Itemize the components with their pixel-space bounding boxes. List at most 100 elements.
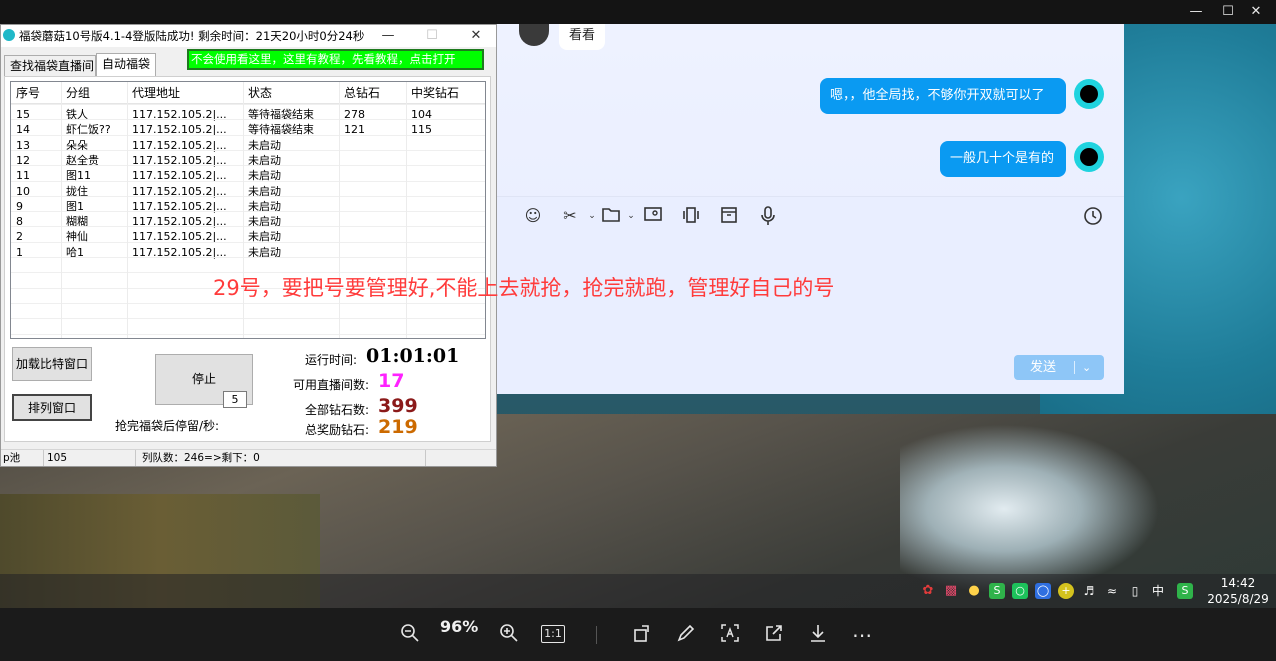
- folder-icon[interactable]: [601, 206, 621, 226]
- edit-icon[interactable]: [674, 623, 698, 647]
- bilibili-icon[interactable]: ▩: [943, 583, 959, 599]
- chevron-down-icon[interactable]: ⌄: [621, 206, 641, 226]
- video-icon[interactable]: [681, 206, 701, 226]
- actual-size-button[interactable]: 1:1: [541, 625, 565, 643]
- zoom-out-icon[interactable]: [398, 623, 422, 647]
- scissors-icon[interactable]: ✂: [560, 206, 580, 226]
- row-gridline: [11, 211, 485, 213]
- image-icon[interactable]: [643, 206, 663, 226]
- row-gridline: [11, 318, 485, 320]
- more-icon[interactable]: ⋯: [850, 623, 874, 647]
- toolbar-divider: [596, 626, 597, 644]
- runtime-label: 运行时间:: [305, 353, 358, 367]
- chevron-down-icon[interactable]: ⌄: [1082, 355, 1091, 380]
- download-icon[interactable]: [806, 623, 830, 647]
- send-button[interactable]: 发送 ⌄: [1014, 355, 1104, 380]
- viewer-titlebar: — ☐ ✕: [0, 0, 1276, 24]
- my-avatar: [1074, 79, 1104, 109]
- status-bar: p池 105 列队数：246=>剩下：0: [1, 449, 496, 466]
- row-gridline: [11, 257, 485, 258]
- column-header[interactable]: 状态: [243, 82, 339, 103]
- chevron-down-icon[interactable]: ⌄: [582, 206, 602, 226]
- prize-diamond-label: 总奖励钻石:: [305, 423, 370, 437]
- load-window-button[interactable]: 加载比特窗口: [12, 347, 92, 381]
- microphone-icon[interactable]: [758, 206, 778, 226]
- row-gridline: [11, 149, 485, 151]
- close-icon[interactable]: ✕: [461, 25, 491, 47]
- prize-diamond-value: 219: [378, 416, 418, 438]
- emoji-icon[interactable]: ☺: [523, 206, 543, 226]
- row-gridline: [11, 104, 485, 105]
- column-header[interactable]: 代理地址: [127, 82, 243, 103]
- clock[interactable]: 14:42 2025/8/29: [1203, 575, 1273, 607]
- surf-area: [900, 424, 1160, 594]
- outgoing-message: 嗯，，他全局找，不够你开双就可以了: [820, 78, 1066, 114]
- clock-date: 2025/8/29: [1207, 592, 1269, 606]
- shield-icon[interactable]: ◯: [1035, 583, 1051, 599]
- battery-icon[interactable]: ▯: [1127, 583, 1143, 599]
- total-diamond-label: 全部钻石数:: [305, 403, 370, 417]
- queue-status: 列队数：246=>剩下：0: [142, 452, 260, 464]
- chat-window: 看看 嗯，，他全局找，不够你开双就可以了 一般几十个是有的 ☺ ✂ ⌄ ⌄ 发送…: [497, 24, 1124, 394]
- row-gridline: [11, 180, 485, 182]
- send-label: 发送: [1030, 360, 1057, 375]
- text-recognition-icon[interactable]: [718, 623, 742, 647]
- column-header[interactable]: 序号: [11, 82, 61, 103]
- maximize-icon[interactable]: ☐: [417, 25, 447, 47]
- rotate-icon[interactable]: [630, 623, 654, 647]
- status-divider: [425, 450, 426, 466]
- column-header[interactable]: 总钻石: [339, 82, 406, 103]
- status-divider: [43, 450, 44, 466]
- zoom-level: 96%: [440, 617, 479, 636]
- pool-value: 105: [47, 452, 68, 464]
- minimize-icon[interactable]: —: [1184, 2, 1208, 22]
- overlay-caption: 29号，要把号要管理好,不能上去就抢，抢完就跑，管理好自己的号: [213, 276, 835, 300]
- app-title: 福袋蘑菇10号版4.1-4登版陆成功! 剩余时间：21天20小时0分24秒: [19, 29, 365, 43]
- rooms-value: 17: [378, 370, 405, 392]
- ime-indicator[interactable]: 中: [1150, 583, 1166, 599]
- column-gridline: [127, 82, 128, 338]
- tab-panel: 序号 分组 代理地址 状态 总钻石 中奖钻石 15 铁人 117.152.105.2…: [4, 76, 491, 442]
- network-app-icon[interactable]: ✿: [920, 583, 936, 599]
- column-header[interactable]: 分组: [61, 82, 127, 103]
- column-header[interactable]: 中奖钻石: [406, 82, 485, 103]
- app-s-icon[interactable]: S: [1177, 583, 1193, 599]
- volume-icon[interactable]: ♬: [1081, 583, 1097, 599]
- stay-seconds-input[interactable]: 5: [223, 391, 247, 408]
- clock-time: 14:42: [1220, 576, 1256, 590]
- pool-label: p池: [3, 452, 21, 464]
- zoom-in-icon[interactable]: [497, 623, 521, 647]
- status-divider: [135, 450, 136, 466]
- app-s-icon[interactable]: S: [989, 583, 1005, 599]
- wifi-icon[interactable]: ≈: [1104, 583, 1120, 599]
- maximize-icon[interactable]: ☐: [1216, 2, 1240, 22]
- column-gridline: [61, 82, 62, 338]
- runtime-value: 01:01:01: [366, 345, 460, 367]
- box-icon[interactable]: [719, 206, 739, 226]
- plus-circle-icon[interactable]: +: [1058, 583, 1074, 599]
- app-icon: [3, 29, 15, 41]
- incoming-message: 看看: [559, 24, 606, 50]
- wechat-icon[interactable]: ○: [1012, 583, 1028, 599]
- total-diamond-value: 399: [378, 395, 418, 417]
- outgoing-message: 一般几十个是有的: [940, 141, 1066, 177]
- row-gridline: [11, 302, 485, 304]
- app-window: 福袋蘑菇10号版4.1-4登版陆成功! 剩余时间：21天20小时0分24秒 — …: [0, 24, 497, 467]
- row-gridline: [11, 241, 485, 243]
- tab-auto-bag[interactable]: 自动福袋: [96, 53, 156, 77]
- my-avatar: [1074, 142, 1104, 172]
- list-header: 序号 分组 代理地址 状态 总钻石 中奖钻石: [11, 82, 485, 104]
- help-banner[interactable]: 不会使用看这里，这里有教程，先看教程，点击打开: [187, 49, 484, 70]
- stay-seconds-label: 抢完福袋后停留/秒:: [115, 419, 220, 433]
- qq-icon[interactable]: ●: [966, 583, 982, 599]
- share-icon[interactable]: [762, 623, 786, 647]
- arrange-window-button[interactable]: 排列窗口: [12, 394, 92, 421]
- row-gridline: [11, 134, 485, 136]
- close-icon[interactable]: ✕: [1244, 2, 1268, 22]
- row-gridline: [11, 119, 485, 121]
- tab-find-rooms[interactable]: 查找福袋直播间: [4, 55, 96, 77]
- row-gridline: [11, 165, 485, 167]
- minimize-icon[interactable]: —: [373, 25, 403, 47]
- history-icon[interactable]: [1083, 206, 1103, 226]
- row-gridline: [11, 333, 485, 335]
